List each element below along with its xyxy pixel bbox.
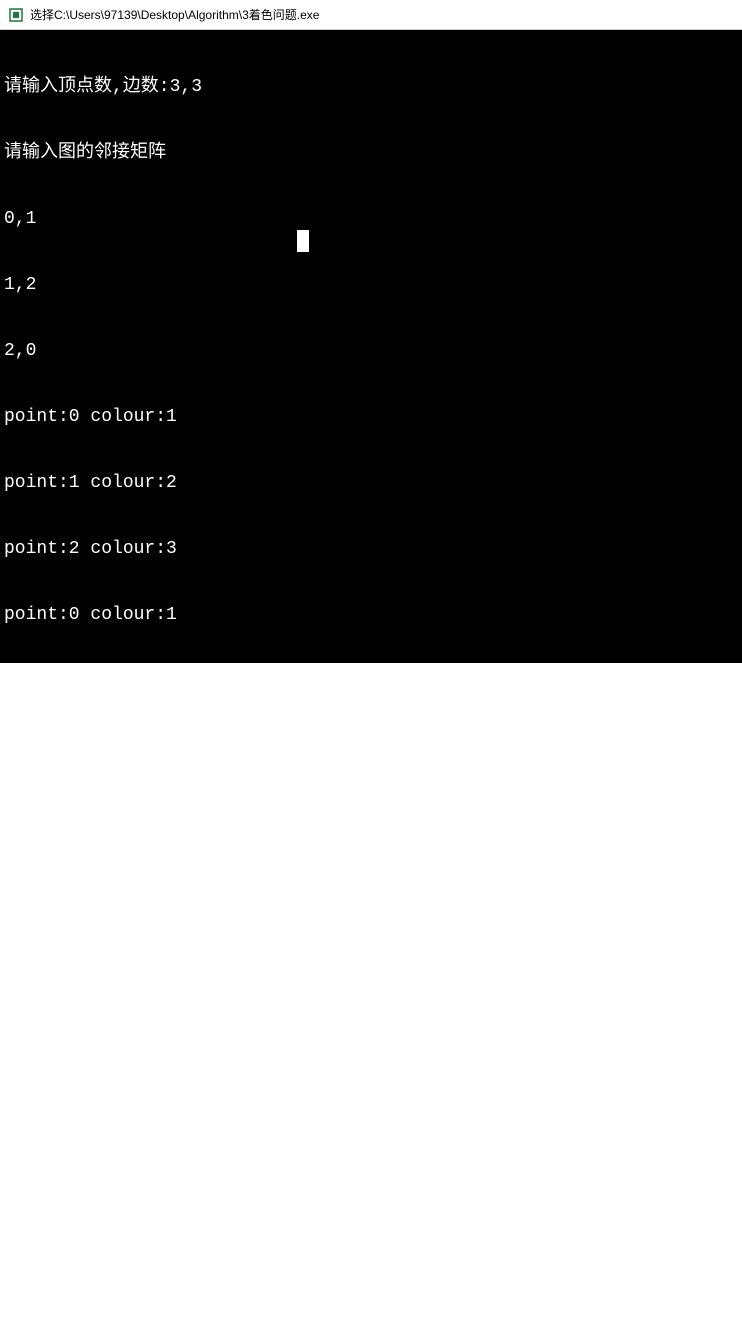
console-line: point:2 colour:1: [4, 1132, 738, 1154]
console-line: point:1 colour:1: [4, 1264, 738, 1286]
console-line: 0,1: [4, 208, 738, 230]
console-line: point:1 colour:1: [4, 868, 738, 890]
console-line: point:0 colour:1: [4, 604, 738, 626]
text-cursor: [297, 230, 309, 252]
app-icon: [8, 7, 24, 23]
console-line: point:0 colour:2: [4, 802, 738, 824]
console-output[interactable]: 请输入顶点数,边数:3,3 请输入图的邻接矩阵 0,1 1,2 2,0 poin…: [0, 30, 742, 663]
console-line: point:0 colour:3: [4, 1198, 738, 1220]
console-line: point:1 colour:3: [4, 1066, 738, 1088]
console-line: point:0 colour:2: [4, 1000, 738, 1022]
console-line: 请输入顶点数,边数:3,3: [4, 76, 738, 98]
console-line: point:2 colour:3: [4, 934, 738, 956]
console-line: 2,0: [4, 340, 738, 362]
console-line: point:0 colour:1: [4, 406, 738, 428]
console-line: 请输入图的邻接矩阵: [4, 142, 738, 164]
console-line: point:2 colour:2: [4, 736, 738, 758]
console-line: point:1 colour:2: [4, 472, 738, 494]
title-bar[interactable]: 选择C:\Users\97139\Desktop\Algorithm\3着色问题…: [0, 0, 742, 30]
console-line: point:1 colour:3: [4, 670, 738, 692]
console-line: point:2 colour:3: [4, 538, 738, 560]
window-title: 选择C:\Users\97139\Desktop\Algorithm\3着色问题…: [30, 6, 319, 23]
console-line: 1,2: [4, 274, 738, 296]
